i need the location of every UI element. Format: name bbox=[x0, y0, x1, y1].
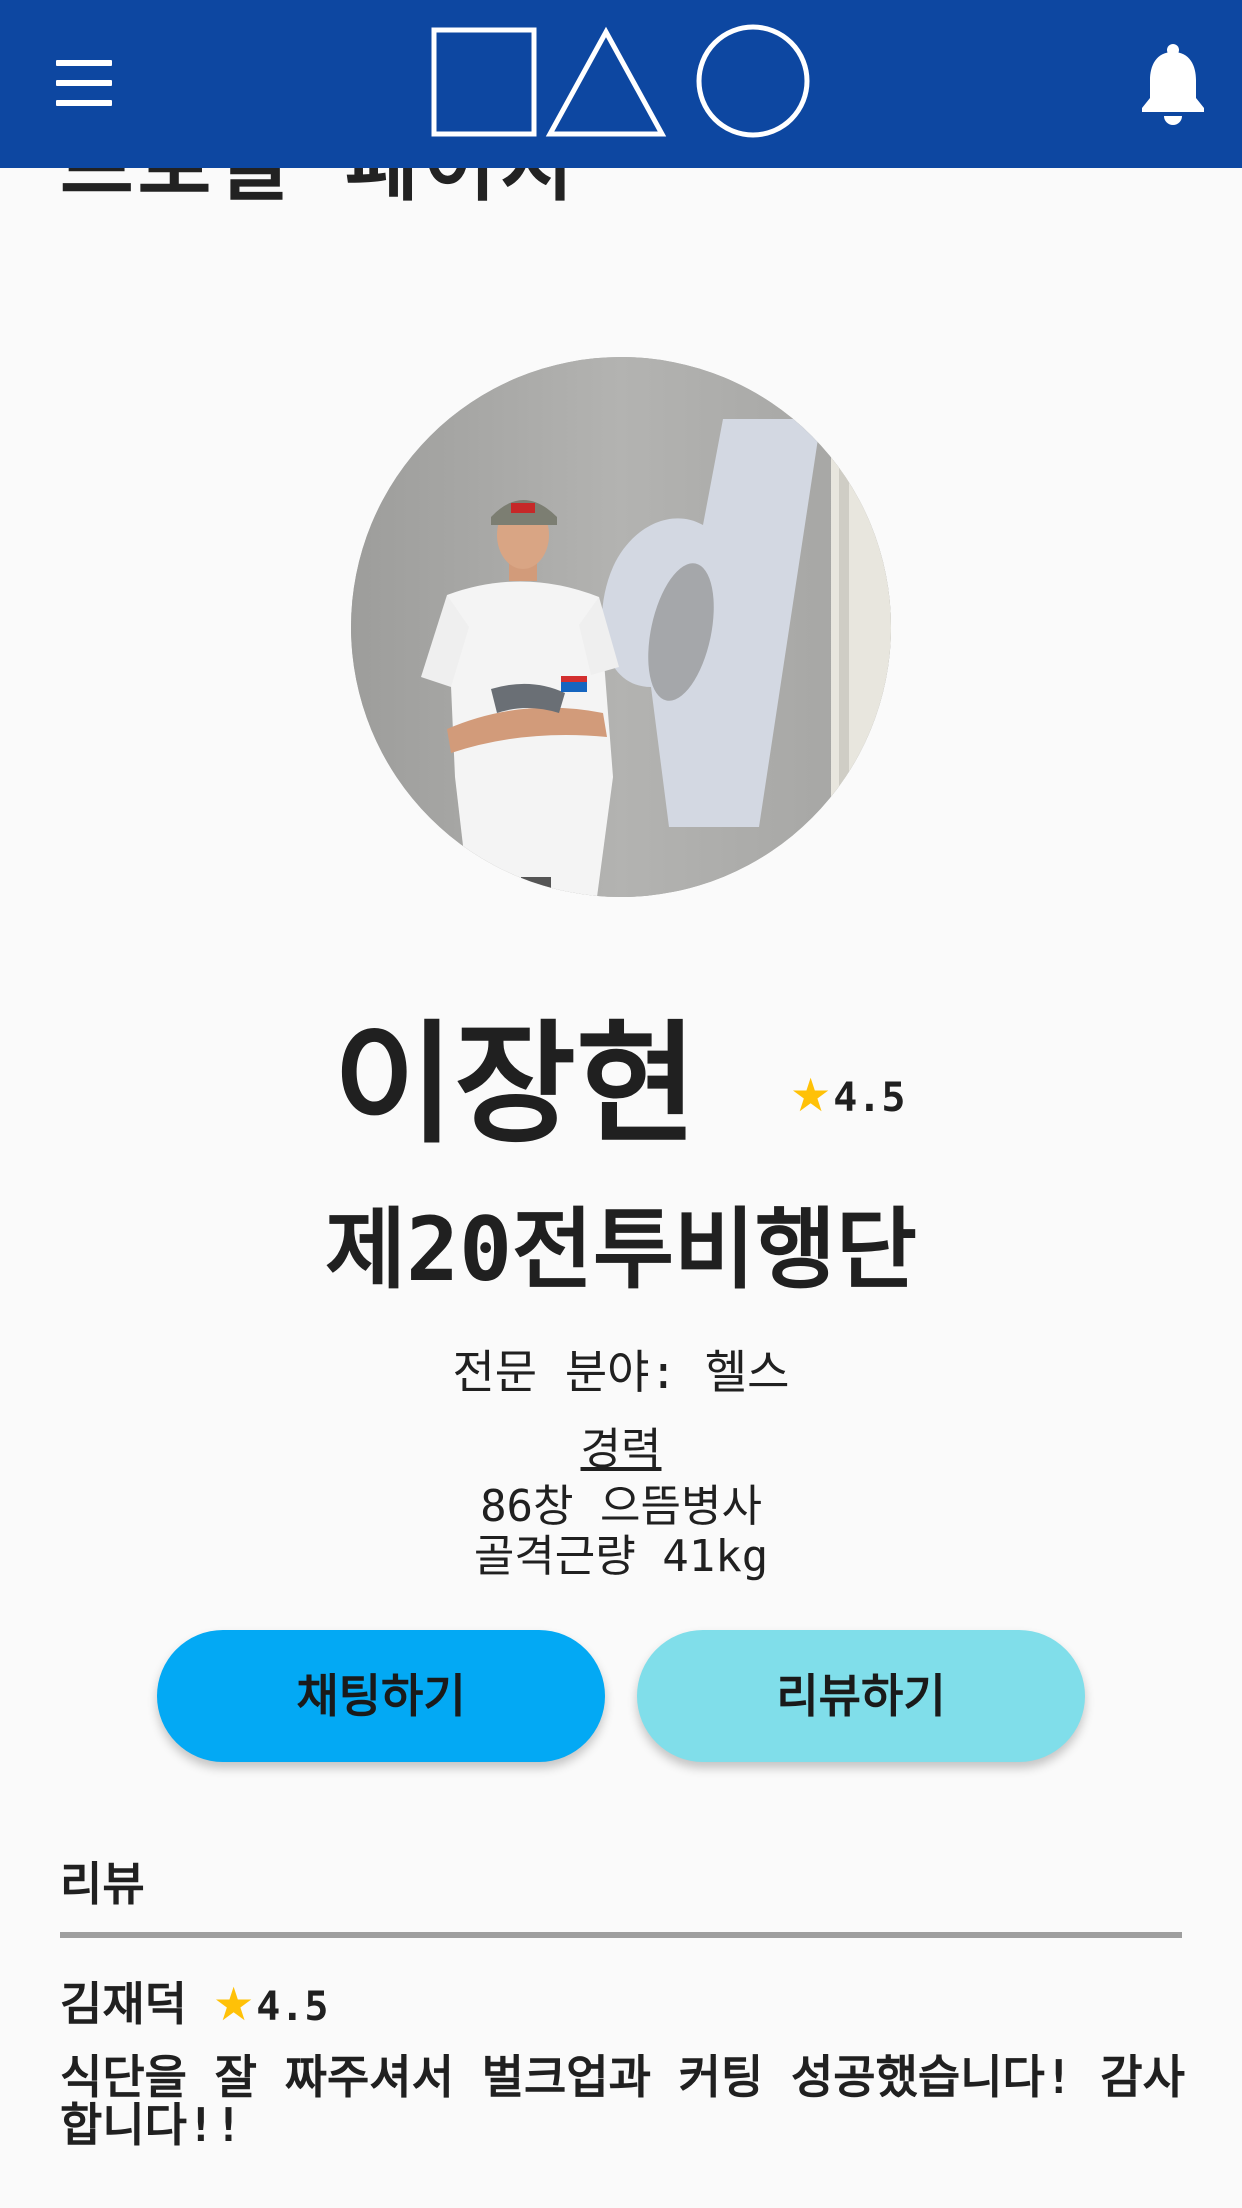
career-title: 경력 bbox=[580, 1424, 662, 1475]
reviews-header: 리뷰 bbox=[60, 1857, 145, 1911]
profile-specialty: 전문 분야: 헬스 bbox=[452, 1345, 790, 1399]
logo-shapes-icon[interactable] bbox=[430, 24, 816, 142]
review-item: 김재덕 ★4.5 식단을 잘 짜주셔서 벌크업과 커팅 성공했습니다! 감사합니다… bbox=[60, 1976, 1200, 2149]
star-icon: ★ bbox=[212, 1977, 255, 2031]
profile-rating-value: 4.5 bbox=[833, 1075, 906, 1121]
star-icon: ★ bbox=[790, 1068, 832, 1122]
write-review-button[interactable]: 리뷰하기 bbox=[637, 1630, 1085, 1762]
review-text: 식단을 잘 짜주셔서 벌크업과 커팅 성공했습니다! 감사합니다!! bbox=[60, 2050, 1185, 2152]
profile-screen: 프로필 페이지 bbox=[0, 0, 1242, 2208]
app-bar bbox=[0, 0, 1242, 168]
profile-rating: ★4.5 bbox=[790, 1065, 906, 1128]
review-rating-value: 4.5 bbox=[256, 1984, 329, 2030]
avatar-photo bbox=[351, 357, 891, 897]
chat-button[interactable]: 채팅하기 bbox=[157, 1630, 605, 1762]
career-line: 86창 으뜸병사 bbox=[480, 1481, 762, 1532]
profile-avatar bbox=[351, 357, 891, 897]
reviews-divider bbox=[60, 1932, 1182, 1938]
review-rating: ★4.5 bbox=[213, 1977, 329, 2031]
profile-unit: 제20전투비행단 bbox=[325, 1198, 917, 1301]
hamburger-menu-icon[interactable] bbox=[56, 60, 112, 106]
career-line: 골격근량 41kg bbox=[473, 1531, 769, 1582]
name-row: 이장현 ★4.5 bbox=[0, 1010, 1242, 1160]
review-header: 김재덕 ★4.5 bbox=[60, 1976, 1200, 2035]
bell-icon[interactable] bbox=[1138, 42, 1208, 126]
profile-name: 이장현 bbox=[333, 1008, 698, 1162]
review-author: 김재덕 bbox=[60, 1977, 187, 2031]
